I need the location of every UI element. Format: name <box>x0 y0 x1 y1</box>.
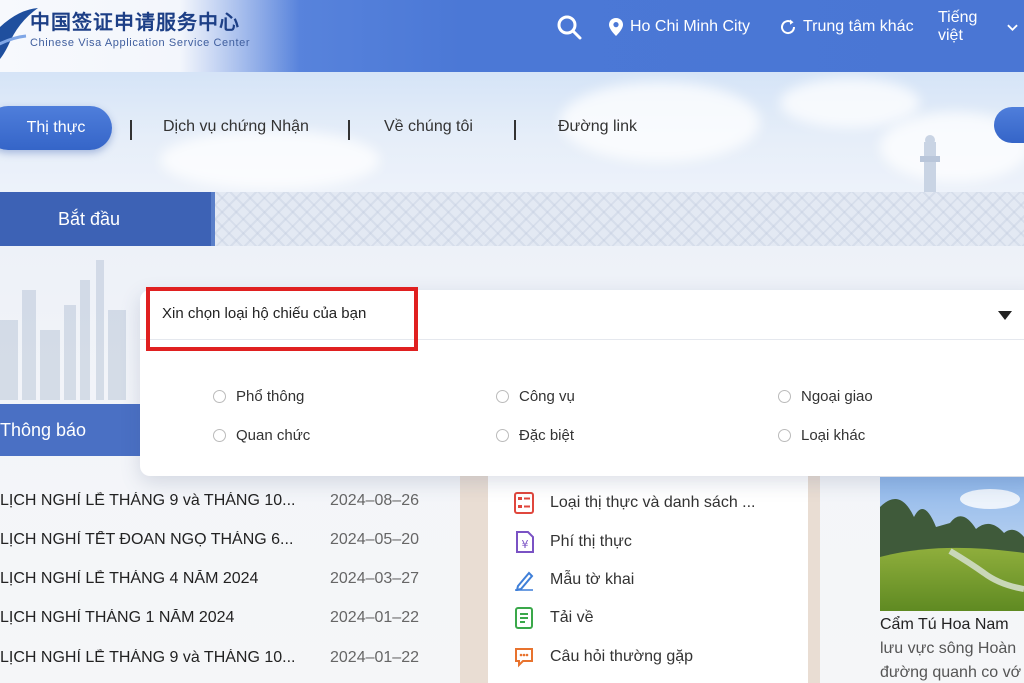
news-title: LỊCH NGHỈ LỄ THÁNG 9 và THÁNG 10... <box>0 649 296 666</box>
radio-button[interactable] <box>496 390 509 403</box>
service-download[interactable]: Tải về <box>514 605 594 631</box>
search-icon[interactable] <box>556 14 582 40</box>
option-label: Đặc biệt <box>519 427 575 444</box>
hero-background <box>0 72 1024 192</box>
news-date: 2024–03–27 <box>330 570 419 587</box>
news-date: 2024–05–20 <box>330 531 419 548</box>
tower-silhouette-icon <box>920 135 940 192</box>
pen-icon <box>515 571 534 591</box>
news-item[interactable]: LỊCH NGHỈ LỄ THÁNG 4 NĂM 2024 2024–03–27 <box>0 567 419 591</box>
radio-button[interactable] <box>778 429 791 442</box>
location-pin-icon <box>609 18 623 36</box>
logo-english-text: Chinese Visa Application Service Center <box>30 37 251 49</box>
passport-option-service[interactable]: Công vụ <box>496 388 575 405</box>
news-item[interactable]: LỊCH NGHỈ LỄ THÁNG 9 và THÁNG 10... 2024… <box>0 489 419 513</box>
service-label: Câu hỏi thường gặp <box>550 648 694 665</box>
other-centers-button[interactable]: Trung tâm khác <box>779 16 914 38</box>
logo[interactable]: 中国签证申请服务中心 Chinese Visa Application Serv… <box>0 0 300 72</box>
news-title: LỊCH NGHỈ LỄ THÁNG 9 và THÁNG 10... <box>0 492 296 509</box>
news-date: 2024–08–26 <box>330 492 419 509</box>
radio-button[interactable] <box>213 390 226 403</box>
news-item[interactable]: LỊCH NGHỈ TẾT ĐOAN NGỌ THÁNG 6... 2024–0… <box>0 528 419 552</box>
service-label: Phí thị thực <box>550 533 632 550</box>
service-visa-types[interactable]: Loại thị thực và danh sách ... <box>514 490 756 516</box>
yen-icon: ¥ <box>516 531 534 553</box>
landscape-image-icon <box>880 477 1024 611</box>
notice-tab-label: Thông báo <box>0 419 87 440</box>
passport-option-official[interactable]: Quan chức <box>213 427 310 444</box>
list-icon <box>514 492 534 514</box>
news-title: LỊCH NGHỈ LỄ THÁNG 4 NĂM 2024 <box>0 570 259 587</box>
service-label: Loại thị thực và danh sách ... <box>550 494 756 511</box>
news-item[interactable]: LỊCH NGHỈ THÁNG 1 NĂM 2024 2024–01–22 <box>0 606 419 630</box>
radio-button[interactable] <box>778 390 791 403</box>
photo-description: đường quanh co vớ <box>880 664 1022 681</box>
refresh-icon <box>781 19 796 35</box>
passport-option-diplomatic[interactable]: Ngoại giao <box>778 388 873 405</box>
nav-tab-certification[interactable]: Dịch vụ chứng Nhận <box>163 118 309 136</box>
document-icon <box>515 607 533 629</box>
service-visa-fee[interactable]: ¥ Phí thị thực <box>514 529 632 555</box>
svg-text:¥: ¥ <box>522 538 529 551</box>
nav-tab-visa-label: Thị thực <box>26 119 86 136</box>
nav-separator <box>130 120 132 140</box>
annotation-highlight-box <box>146 287 418 351</box>
service-application-form[interactable]: Mẫu tờ khai <box>514 567 634 593</box>
notice-tab[interactable]: Thông báo <box>0 404 150 456</box>
photo-caption: Cẩm Tú Hoa Nam <box>880 616 1009 633</box>
nav-tab-visa[interactable]: Thị thực <box>0 106 112 150</box>
city-skyline-icon <box>0 260 126 400</box>
chevron-down-icon <box>1007 24 1018 32</box>
landscape-photo[interactable] <box>880 477 1024 611</box>
news-item[interactable]: LỊCH NGHỈ LỄ THÁNG 9 và THÁNG 10... 2024… <box>0 646 419 670</box>
radio-button[interactable] <box>496 429 509 442</box>
news-date: 2024–01–22 <box>330 649 419 666</box>
option-label: Phổ thông <box>236 388 305 405</box>
option-label: Quan chức <box>236 427 311 444</box>
news-title: LỊCH NGHỈ TẾT ĐOAN NGỌ THÁNG 6... <box>0 531 294 548</box>
passport-option-ordinary[interactable]: Phổ thông <box>213 388 304 405</box>
option-label: Loại khác <box>801 427 866 444</box>
option-label: Công vụ <box>519 388 575 405</box>
nav-separator <box>348 120 350 140</box>
radio-button[interactable] <box>213 429 226 442</box>
language-selector[interactable]: Tiếng việt <box>938 9 1024 44</box>
passport-option-special[interactable]: Đặc biệt <box>496 427 574 444</box>
location-selector[interactable]: Ho Chi Minh City <box>608 16 750 38</box>
start-tab[interactable]: Bắt đầu <box>0 192 215 246</box>
logo-chinese-text: 中国签证申请服务中心 <box>30 10 240 34</box>
news-date: 2024–01–22 <box>330 609 419 626</box>
nav-tab-about-us[interactable]: Về chúng tôi <box>384 118 473 136</box>
service-label: Tải về <box>550 609 594 626</box>
news-title: LỊCH NGHỈ THÁNG 1 NĂM 2024 <box>0 609 235 626</box>
language-label: Tiếng việt <box>938 9 978 44</box>
location-label: Ho Chi Minh City <box>630 18 751 35</box>
option-label: Ngoại giao <box>801 388 873 405</box>
start-tab-label: Bắt đầu <box>58 208 121 229</box>
nav-tab-links[interactable]: Đường link <box>558 118 637 136</box>
nav-right-button[interactable] <box>994 107 1024 143</box>
photo-description: lưu vực sông Hoàn <box>880 640 1017 657</box>
passport-option-other[interactable]: Loại khác <box>778 427 865 444</box>
top-header: 中国签证申请服务中心 Chinese Visa Application Serv… <box>0 0 1024 72</box>
nav-separator <box>514 120 516 140</box>
service-label: Mẫu tờ khai <box>550 571 635 588</box>
chat-icon <box>515 648 533 668</box>
service-faq[interactable]: Câu hỏi thường gặp <box>514 644 693 670</box>
caret-down-icon <box>998 311 1012 320</box>
other-centers-label: Trung tâm khác <box>803 18 914 35</box>
